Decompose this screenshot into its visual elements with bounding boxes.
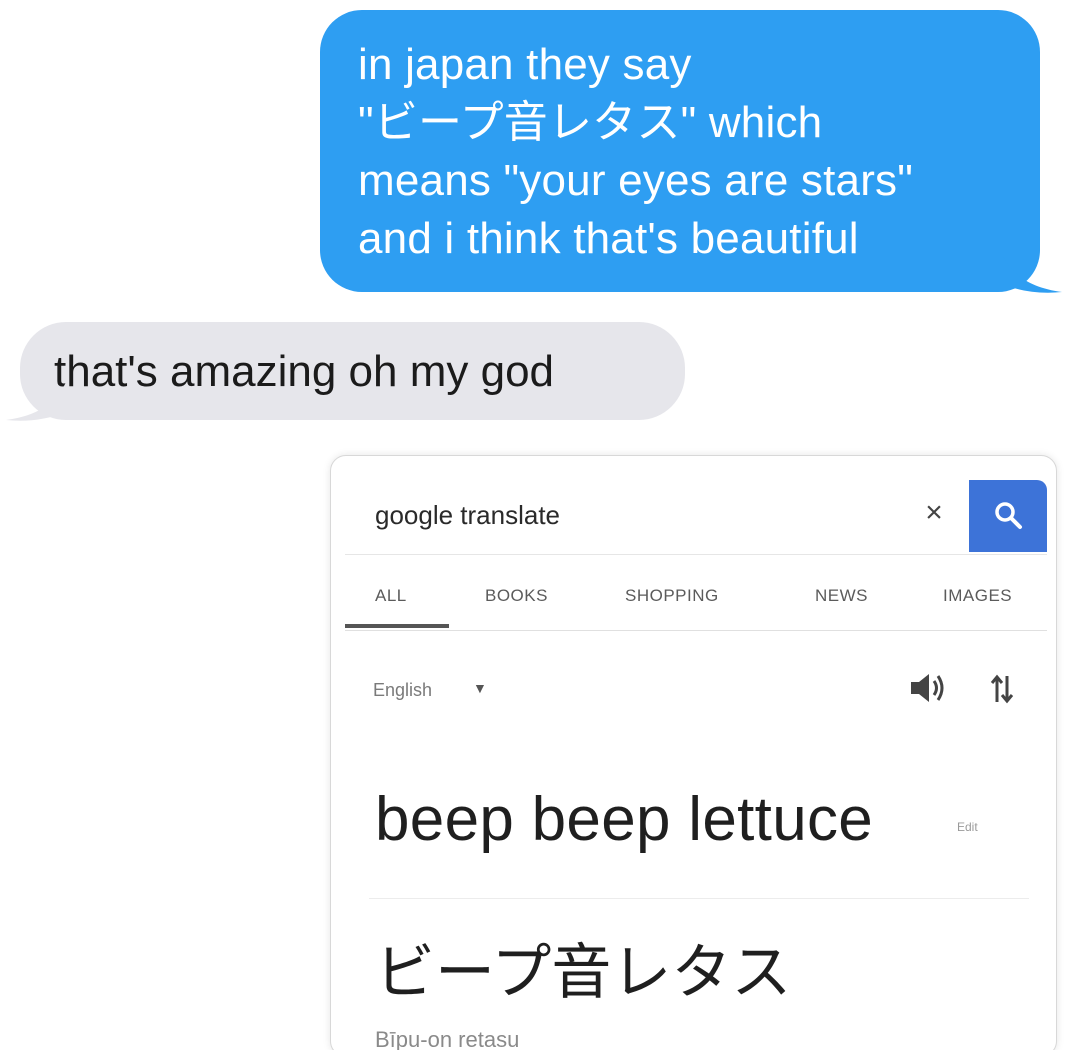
tab-books[interactable]: BOOKS (485, 586, 548, 606)
swap-icon[interactable] (989, 672, 1015, 706)
tab-images[interactable]: IMAGES (943, 586, 1012, 606)
tab-news[interactable]: NEWS (815, 586, 868, 606)
translated-text: ビープ音レタス (375, 938, 792, 1008)
tab-all[interactable]: ALL (375, 586, 407, 606)
received-bubble-tail (6, 382, 66, 421)
sent-message-line-1: in japan they say (358, 40, 692, 89)
translate-widget: English ▼ beep beep lettuce Edit ビープ音レタス… (345, 642, 1047, 1050)
close-icon[interactable]: × (919, 498, 949, 528)
sent-message-bubble: in japan they say "ビープ音レタス" which means … (320, 10, 1062, 293)
search-bar[interactable]: google translate × (345, 476, 1047, 555)
search-tabs: ALL BOOKS SHOPPING NEWS IMAGES (345, 564, 1047, 631)
search-icon (995, 502, 1022, 529)
sent-message-line-2: "ビープ音レタス" which (358, 98, 823, 147)
edit-link[interactable]: Edit (957, 820, 978, 834)
search-button[interactable] (969, 480, 1047, 552)
search-query[interactable]: google translate (375, 500, 560, 531)
romanization-text: Bīpu-on retasu (375, 1027, 520, 1050)
source-text[interactable]: beep beep lettuce (375, 784, 873, 855)
google-translate-screenshot: google translate × ALL BOOKS SHOPPING NE… (330, 455, 1057, 1050)
source-language-select[interactable]: English (373, 680, 432, 701)
sent-bubble-tail (1002, 254, 1062, 293)
speaker-icon[interactable] (907, 670, 947, 706)
active-tab-indicator (345, 624, 449, 628)
caret-down-icon[interactable]: ▼ (473, 680, 487, 696)
sent-message-line-3: means "your eyes are stars" (358, 156, 914, 205)
sent-message-line-4: and i think that's beautiful (358, 214, 859, 263)
tab-shopping[interactable]: SHOPPING (625, 586, 719, 606)
translate-divider (369, 898, 1029, 899)
screenshot-canvas: in japan they say "ビープ音レタス" which means … (0, 0, 1080, 1050)
received-message-text: that's amazing oh my god (54, 347, 555, 396)
received-message-bubble: that's amazing oh my god (6, 322, 685, 421)
